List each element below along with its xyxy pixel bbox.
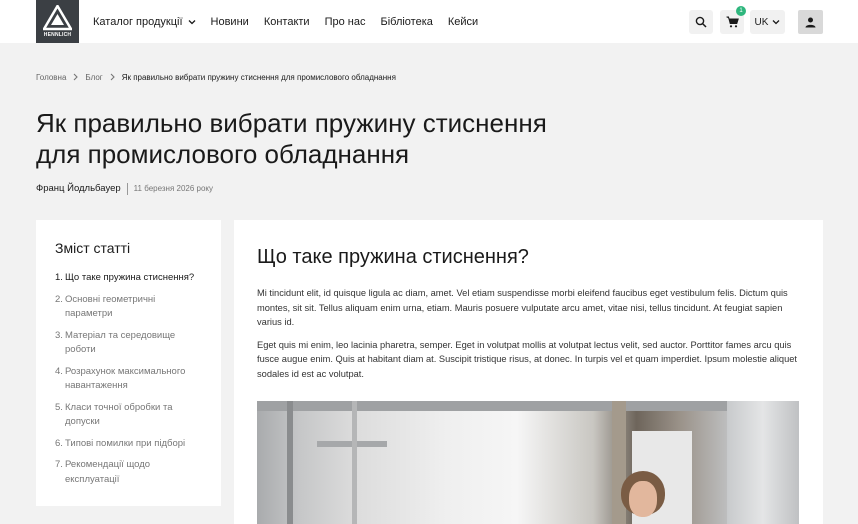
toc-item[interactable]: 3. Матеріал та середовище роботи bbox=[55, 329, 203, 358]
toc-item-number: 3. bbox=[55, 329, 63, 341]
chevron-right-icon bbox=[73, 73, 79, 81]
shelf-beam bbox=[257, 401, 799, 411]
logo-text: HENNLICH bbox=[43, 32, 72, 38]
section-heading: Що таке пружина стиснення? bbox=[257, 246, 529, 268]
toc-item-label: Типові помилки при підборі bbox=[65, 437, 186, 449]
site-header: HENNLICH Каталог продукції Новини Контак… bbox=[0, 0, 858, 43]
toc-item[interactable]: 2. Основні геометричні параметри bbox=[55, 293, 203, 322]
toc-item[interactable]: 4. Розрахунок максимального навантаження bbox=[55, 365, 203, 394]
article-body: Що таке пружина стиснення? Mi tincidunt … bbox=[234, 220, 823, 524]
logo-mark-icon bbox=[43, 5, 72, 31]
toc-item-label: Матеріал та середовище роботи bbox=[65, 329, 176, 356]
shelf-post bbox=[352, 401, 357, 524]
cart-count-badge: 1 bbox=[736, 6, 746, 16]
logo[interactable]: HENNLICH bbox=[36, 0, 79, 43]
toc-item[interactable]: 5. Класи точної обробки та допуски bbox=[55, 401, 203, 430]
chevron-down-icon bbox=[188, 19, 195, 24]
nav-item-label: Про нас bbox=[324, 15, 366, 28]
toc-item-number: 1. bbox=[55, 272, 63, 283]
nav-item-catalog[interactable]: Каталог продукції bbox=[93, 16, 196, 28]
cart-button[interactable]: 1 bbox=[720, 6, 746, 34]
nav-item-contacts[interactable]: Контакти bbox=[264, 16, 310, 28]
paragraph: Mi tincidunt elit, id quisque ligula ac … bbox=[257, 288, 788, 327]
nav-item-label: Бібліотека bbox=[380, 15, 433, 28]
nav-item-label: Каталог продукції bbox=[93, 15, 183, 28]
language-label: UK bbox=[754, 16, 769, 28]
breadcrumb-current: Як правильно вибрати пружину стиснення д… bbox=[121, 72, 396, 82]
nav-item-news[interactable]: Новини bbox=[211, 16, 249, 28]
toc-item-label: Розрахунок максимального навантаження bbox=[65, 365, 186, 392]
nav-item-label: Новини bbox=[210, 15, 249, 28]
nav-item-about[interactable]: Про нас bbox=[325, 16, 366, 28]
toc-item-number: 4. bbox=[55, 365, 63, 377]
nav-item-library[interactable]: Бібліотека bbox=[380, 16, 432, 28]
breadcrumb-home[interactable]: Головна bbox=[36, 73, 66, 82]
nav-item-cases[interactable]: Кейси bbox=[448, 16, 478, 28]
toc-item-label: Що таке пружина стиснення? bbox=[65, 272, 195, 283]
toc-item-number: 6. bbox=[55, 437, 63, 449]
toc-list: 1. Що таке пружина стиснення? 2. Основні г… bbox=[55, 271, 203, 487]
nav-item-label: Кейси bbox=[447, 15, 479, 28]
divider bbox=[126, 182, 128, 195]
toc-item[interactable]: 7. Рекомендації щодо експлуатації bbox=[55, 458, 203, 487]
chevron-right-icon bbox=[110, 73, 115, 81]
toc-item-number: 5. bbox=[55, 401, 63, 413]
wrapped-pallet bbox=[727, 401, 799, 524]
article-meta: Франц Йодльбауер 11 березня 2026 року bbox=[36, 182, 213, 195]
toc-item[interactable]: 1. Що таке пружина стиснення? bbox=[55, 271, 203, 286]
cart-icon bbox=[726, 16, 739, 28]
page-title: Як правильно вибрати пружину стиснення д… bbox=[36, 108, 547, 169]
shelf-post bbox=[287, 401, 293, 524]
toc-item-label: Основні геометричні параметри bbox=[65, 293, 156, 320]
person-face bbox=[629, 481, 657, 517]
toc-item-label: Класи точної обробки та допуски bbox=[65, 401, 173, 428]
language-select[interactable]: UK bbox=[750, 10, 785, 34]
toc-item-number: 2. bbox=[55, 293, 63, 305]
search-button[interactable] bbox=[689, 10, 713, 34]
nav-item-label: Контакти bbox=[263, 15, 310, 28]
breadcrumb-blog[interactable]: Блог bbox=[85, 73, 102, 82]
toc-title: Зміст статті bbox=[55, 240, 131, 256]
toc-item[interactable]: 6. Типові помилки при підборі bbox=[55, 437, 203, 452]
article-image bbox=[257, 401, 799, 524]
user-icon bbox=[805, 17, 816, 27]
main-nav: Каталог продукції Новини Контакти Про на… bbox=[93, 0, 493, 43]
paragraph: Eget quis mi enim, leo lacinia pharetra,… bbox=[257, 339, 798, 379]
search-icon bbox=[695, 16, 707, 28]
toc-item-label: Рекомендації щодо експлуатації bbox=[65, 459, 151, 485]
publish-date: 11 березня 2026 року bbox=[133, 184, 214, 193]
account-button[interactable] bbox=[798, 10, 823, 34]
table-of-contents: Зміст статті 1. Що таке пружина стиснення… bbox=[36, 220, 221, 506]
author-name[interactable]: Франц Йодльбауер bbox=[36, 183, 121, 194]
breadcrumb: Головна Блог Як правильно вибрати пружин… bbox=[36, 71, 396, 83]
toc-item-number: 7. bbox=[55, 459, 63, 470]
chevron-down-icon bbox=[772, 20, 780, 25]
